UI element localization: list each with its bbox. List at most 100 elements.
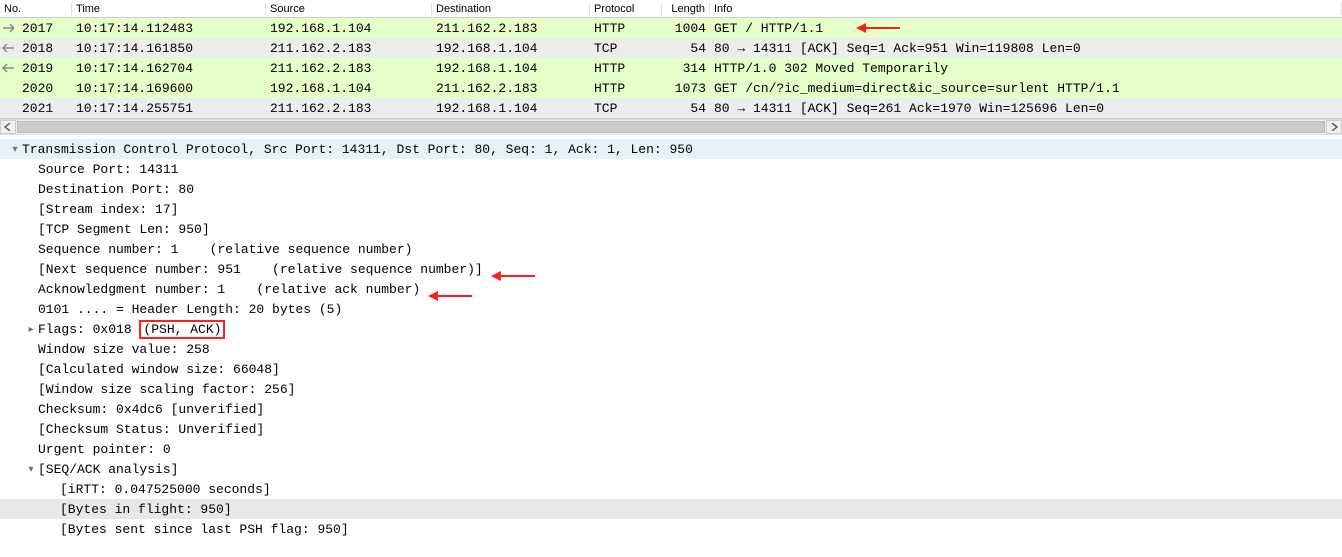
cell-dest: 211.162.2.183 <box>432 21 590 36</box>
packet-row[interactable]: 201910:17:14.162704211.162.2.183192.168.… <box>0 58 1342 78</box>
detail-text: [Next sequence number: 951 (relative seq… <box>38 262 483 277</box>
detail-line[interactable]: Source Port: 14311 <box>0 159 1342 179</box>
cell-source: 192.168.1.104 <box>266 21 432 36</box>
detail-line[interactable]: 0101 .... = Header Length: 20 bytes (5) <box>0 299 1342 319</box>
cell-time: 10:17:14.161850 <box>72 41 266 56</box>
packet-details-pane: ▾ Transmission Control Protocol, Src Por… <box>0 135 1342 539</box>
cell-info: GET / HTTP/1.1 <box>710 21 1342 36</box>
packet-out-marker-icon <box>0 21 14 35</box>
cell-time: 10:17:14.162704 <box>72 61 266 76</box>
col-header-destination[interactable]: Destination <box>432 3 590 15</box>
detail-line[interactable]: Window size value: 258 <box>0 339 1342 359</box>
detail-line[interactable]: [Stream index: 17] <box>0 199 1342 219</box>
scroll-left-button[interactable] <box>0 120 16 134</box>
col-header-source[interactable]: Source <box>266 3 432 15</box>
packet-list-pane: No. Time Source Destination Protocol Len… <box>0 0 1342 119</box>
detail-flags-row[interactable]: ▸ Flags: 0x018 (PSH, ACK) <box>0 319 1342 339</box>
caret-right-icon[interactable]: ▸ <box>24 324 38 335</box>
row-marker <box>0 98 18 118</box>
detail-tcp-header[interactable]: ▾ Transmission Control Protocol, Src Por… <box>0 139 1342 159</box>
cell-source: 211.162.2.183 <box>266 61 432 76</box>
col-header-no[interactable]: No. <box>0 3 72 15</box>
detail-text: Destination Port: 80 <box>38 182 194 197</box>
cell-dest: 211.162.2.183 <box>432 81 590 96</box>
cell-time: 10:17:14.255751 <box>72 101 266 116</box>
chevron-right-icon <box>1330 123 1338 131</box>
detail-line[interactable]: Sequence number: 1 (relative sequence nu… <box>0 239 1342 259</box>
cell-info: 80 → 14311 [ACK] Seq=261 Ack=1970 Win=12… <box>710 101 1342 116</box>
col-header-time[interactable]: Time <box>72 3 266 15</box>
cell-info: 80 → 14311 [ACK] Seq=1 Ack=951 Win=11980… <box>710 41 1342 56</box>
detail-line[interactable]: [Window size scaling factor: 256] <box>0 379 1342 399</box>
detail-seqack-label: [SEQ/ACK analysis] <box>38 462 178 477</box>
cell-length: 54 <box>662 41 710 56</box>
detail-flags-prefix: Flags: 0x018 <box>38 322 139 337</box>
cell-dest: 192.168.1.104 <box>432 41 590 56</box>
detail-text: Checksum: 0x4dc6 [unverified] <box>38 402 264 417</box>
cell-protocol: TCP <box>590 41 662 56</box>
detail-line[interactable]: Checksum: 0x4dc6 [unverified] <box>0 399 1342 419</box>
cell-source: 211.162.2.183 <box>266 41 432 56</box>
cell-protocol: HTTP <box>590 21 662 36</box>
packet-row[interactable]: 202010:17:14.169600192.168.1.104211.162.… <box>0 78 1342 98</box>
detail-text: Urgent pointer: 0 <box>38 442 171 457</box>
packet-list-hscroll[interactable] <box>0 119 1342 135</box>
detail-line[interactable]: Destination Port: 80 <box>0 179 1342 199</box>
detail-line[interactable]: [Bytes in flight: 950] <box>0 499 1342 519</box>
detail-line[interactable]: [TCP Segment Len: 950] <box>0 219 1342 239</box>
packet-in-marker-icon <box>0 41 14 55</box>
detail-text: [TCP Segment Len: 950] <box>38 222 210 237</box>
packet-in-marker-icon <box>0 61 14 75</box>
cell-length: 1073 <box>662 81 710 96</box>
detail-line[interactable]: Urgent pointer: 0 <box>0 439 1342 459</box>
cell-length: 314 <box>662 61 710 76</box>
detail-text: [Bytes in flight: 950] <box>60 502 232 517</box>
detail-line[interactable]: Acknowledgment number: 1 (relative ack n… <box>0 279 1342 299</box>
row-marker <box>0 38 18 58</box>
detail-text: [Checksum Status: Unverified] <box>38 422 264 437</box>
col-header-protocol[interactable]: Protocol <box>590 3 662 15</box>
row-marker <box>0 58 18 78</box>
detail-text: Sequence number: 1 (relative sequence nu… <box>38 242 412 257</box>
scroll-right-button[interactable] <box>1326 120 1342 134</box>
cell-source: 211.162.2.183 <box>266 101 432 116</box>
detail-text: Acknowledgment number: 1 (relative ack n… <box>38 282 420 297</box>
cell-time: 10:17:14.169600 <box>72 81 266 96</box>
cell-protocol: HTTP <box>590 61 662 76</box>
packet-list-header: No. Time Source Destination Protocol Len… <box>0 0 1342 18</box>
detail-text: Window size value: 258 <box>38 342 210 357</box>
cell-info: HTTP/1.0 302 Moved Temporarily <box>710 61 1342 76</box>
detail-line[interactable]: [Calculated window size: 66048] <box>0 359 1342 379</box>
detail-text: [Stream index: 17] <box>38 202 178 217</box>
detail-line[interactable]: [Checksum Status: Unverified] <box>0 419 1342 439</box>
caret-down-icon[interactable]: ▾ <box>8 144 22 155</box>
cell-protocol: TCP <box>590 101 662 116</box>
cell-length: 1004 <box>662 21 710 36</box>
chevron-left-icon <box>4 123 12 131</box>
cell-dest: 192.168.1.104 <box>432 101 590 116</box>
detail-text: [Window size scaling factor: 256] <box>38 382 295 397</box>
detail-text: 0101 .... = Header Length: 20 bytes (5) <box>38 302 342 317</box>
cell-time: 10:17:14.112483 <box>72 21 266 36</box>
detail-text: [Calculated window size: 66048] <box>38 362 280 377</box>
detail-line[interactable]: [Bytes sent since last PSH flag: 950] <box>0 519 1342 539</box>
cell-protocol: HTTP <box>590 81 662 96</box>
caret-down-icon[interactable]: ▾ <box>24 464 38 475</box>
detail-text: [iRTT: 0.047525000 seconds] <box>60 482 271 497</box>
scroll-thumb[interactable] <box>17 121 1325 133</box>
detail-line[interactable]: [Next sequence number: 951 (relative seq… <box>0 259 1342 279</box>
col-header-length[interactable]: Length <box>662 3 710 15</box>
cell-length: 54 <box>662 101 710 116</box>
packet-row[interactable]: 201710:17:14.112483192.168.1.104211.162.… <box>0 18 1342 38</box>
cell-info: GET /cn/?ic_medium=direct&ic_source=surl… <box>710 81 1342 96</box>
detail-seqack-row[interactable]: ▾ [SEQ/ACK analysis] <box>0 459 1342 479</box>
row-marker <box>0 18 18 38</box>
col-header-info[interactable]: Info <box>710 3 1342 15</box>
row-marker <box>0 78 18 98</box>
detail-line[interactable]: [iRTT: 0.047525000 seconds] <box>0 479 1342 499</box>
packet-row[interactable]: 202110:17:14.255751211.162.2.183192.168.… <box>0 98 1342 118</box>
detail-text: Source Port: 14311 <box>38 162 178 177</box>
flags-highlight-box: (PSH, ACK) <box>139 320 225 339</box>
packet-row[interactable]: 201810:17:14.161850211.162.2.183192.168.… <box>0 38 1342 58</box>
cell-dest: 192.168.1.104 <box>432 61 590 76</box>
